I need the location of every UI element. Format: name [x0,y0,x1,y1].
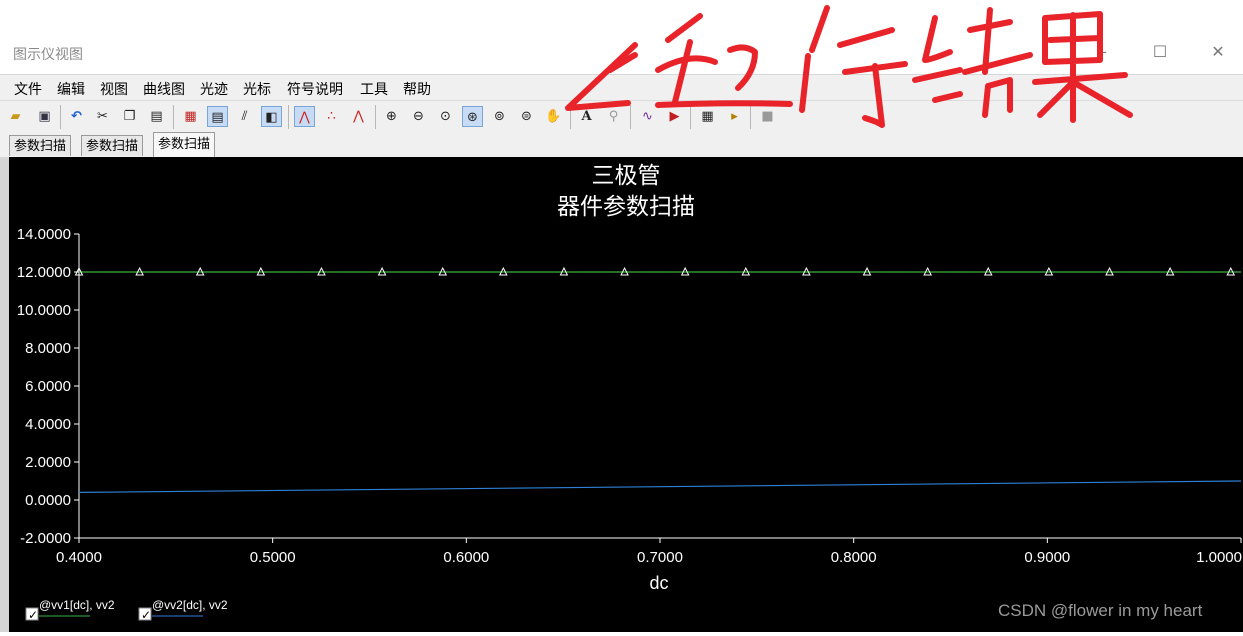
line-style-icon[interactable]: ⋀ [294,106,315,127]
close-button[interactable]: ✕ [1208,42,1228,62]
menu-trace[interactable]: 光迹 [200,79,228,99]
series-line-2 [78,480,1242,493]
menu-legend[interactable]: 符号说明 [287,79,343,99]
toggle-legend-icon[interactable]: ▤ [207,106,228,127]
x-tick-label: 0.4000 [56,549,102,566]
cut-icon[interactable]: ✂ [92,106,113,127]
zoom-full-icon[interactable]: ⊛ [462,106,483,127]
pan-hand-icon[interactable]: ✋ [543,106,564,127]
undo-icon[interactable]: ↶ [66,106,87,127]
points-style-icon[interactable]: ∴ [321,106,342,127]
left-panel-edge [0,157,9,632]
menu-graph[interactable]: 曲线图 [143,79,185,99]
tab-sweep-2[interactable]: 参数扫描 [81,135,144,156]
cursor-curve-icon[interactable]: ∿ [637,106,658,127]
minimize-button[interactable]: – [1093,42,1113,62]
copy-icon[interactable]: ❐ [119,106,140,127]
zoom-out-icon[interactable]: ⊖ [408,106,429,127]
watermark: CSDN @flower in my heart [998,601,1203,620]
toolbar-separator [60,105,61,129]
check-icon: ✓ [28,608,38,622]
x-tick-label: 0.8000 [831,549,877,566]
chart-subtitle: 器件参数扫描 [557,194,695,220]
y-tick-label: -2.0000 [20,530,71,547]
y-tick-label: 14.0000 [17,226,71,243]
zoom-x-icon[interactable]: ⊚ [489,106,510,127]
toolbar-separator [690,105,691,129]
zoom-area-icon[interactable]: ⊙ [435,106,456,127]
text-label-icon[interactable]: A [576,106,597,127]
tab-sweep-1[interactable]: 参数扫描 [9,135,72,156]
probe-icon: ⚲ [608,109,619,124]
toolbar-separator [750,105,751,129]
menu-tools[interactable]: 工具 [360,79,388,99]
table-icon[interactable]: ▦ [697,106,718,127]
trace-chart-icon[interactable]: ⫽ [234,106,255,127]
y-tick-label: 0.0000 [25,492,71,509]
legend-label-1: @vv1[dc], vv2 [39,598,115,612]
menu-file[interactable]: 文件 [14,79,42,99]
window-title: 图示仪视图 [13,47,83,63]
maximize-button[interactable]: ☐ [1150,42,1170,62]
lines-points-icon[interactable]: ⋀ [348,106,369,127]
toolbar-separator [630,105,631,129]
x-tick-label: 0.9000 [1024,549,1070,566]
y-tick-label: 12.0000 [17,264,71,281]
export-trace-icon[interactable]: ▶ [664,106,685,127]
x-axis-label: dc [649,573,668,593]
check-icon: ✓ [141,608,151,622]
menu-bar: 文件 编辑 视图 曲线图 光迹 光标 符号说明 工具 帮助 [0,74,1243,101]
x-tick-label: 0.5000 [250,549,296,566]
background-toggle-icon[interactable]: ◧ [261,106,282,127]
grid-icon[interactable]: ▦ [180,106,201,127]
y-tick-label: 6.0000 [25,378,71,395]
chart-svg: 三极管 器件参数扫描 dc 14.0000 12.0000 10.0000 8.000… [17,163,1242,622]
tab-strip: 参数扫描 参数扫描 参数扫描 [0,132,1243,158]
menu-help[interactable]: 帮助 [403,79,431,99]
menu-edit[interactable]: 编辑 [57,79,85,99]
export-icon[interactable]: ▸ [724,106,745,127]
x-tick-label: 1.0000 [1196,549,1242,566]
save-icon[interactable]: ▣ [34,106,55,127]
y-tick-label: 4.0000 [25,416,71,433]
x-tick-label: 0.6000 [443,549,489,566]
toolbar: ▰ ▣ ↶ ✂ ❐ ▤ ▦ ▤ ⫽ ◧ ⋀ ∴ ⋀ ⊕ ⊖ ⊙ ⊛ ⊚ ⊜ ✋ … [0,100,1243,133]
toolbar-separator [570,105,571,129]
tab-sweep-3[interactable]: 参数扫描 [153,132,216,157]
paste-icon[interactable]: ▤ [146,106,167,127]
y-tick-label: 10.0000 [17,302,71,319]
toolbar-separator [173,105,174,129]
x-tick-label: 0.7000 [637,549,683,566]
menu-cursor[interactable]: 光标 [243,79,271,99]
chart-title: 三极管 [592,163,661,189]
toolbar-separator [288,105,289,129]
legend-label-2: @vv2[dc], vv2 [152,598,228,612]
zoom-in-icon[interactable]: ⊕ [381,106,402,127]
zoom-y-icon[interactable]: ⊜ [516,106,537,127]
toolbar-separator [375,105,376,129]
menu-view[interactable]: 视图 [100,79,128,99]
stop-icon: ■ [761,109,774,124]
plot-area[interactable]: 三极管 器件参数扫描 dc 14.0000 12.0000 10.0000 8.000… [9,157,1243,632]
title-bar: 图示仪视图 – ☐ ✕ [0,0,1243,72]
y-tick-label: 2.0000 [25,454,71,471]
y-tick-label: 8.0000 [25,340,71,357]
open-folder-icon[interactable]: ▰ [5,106,26,127]
